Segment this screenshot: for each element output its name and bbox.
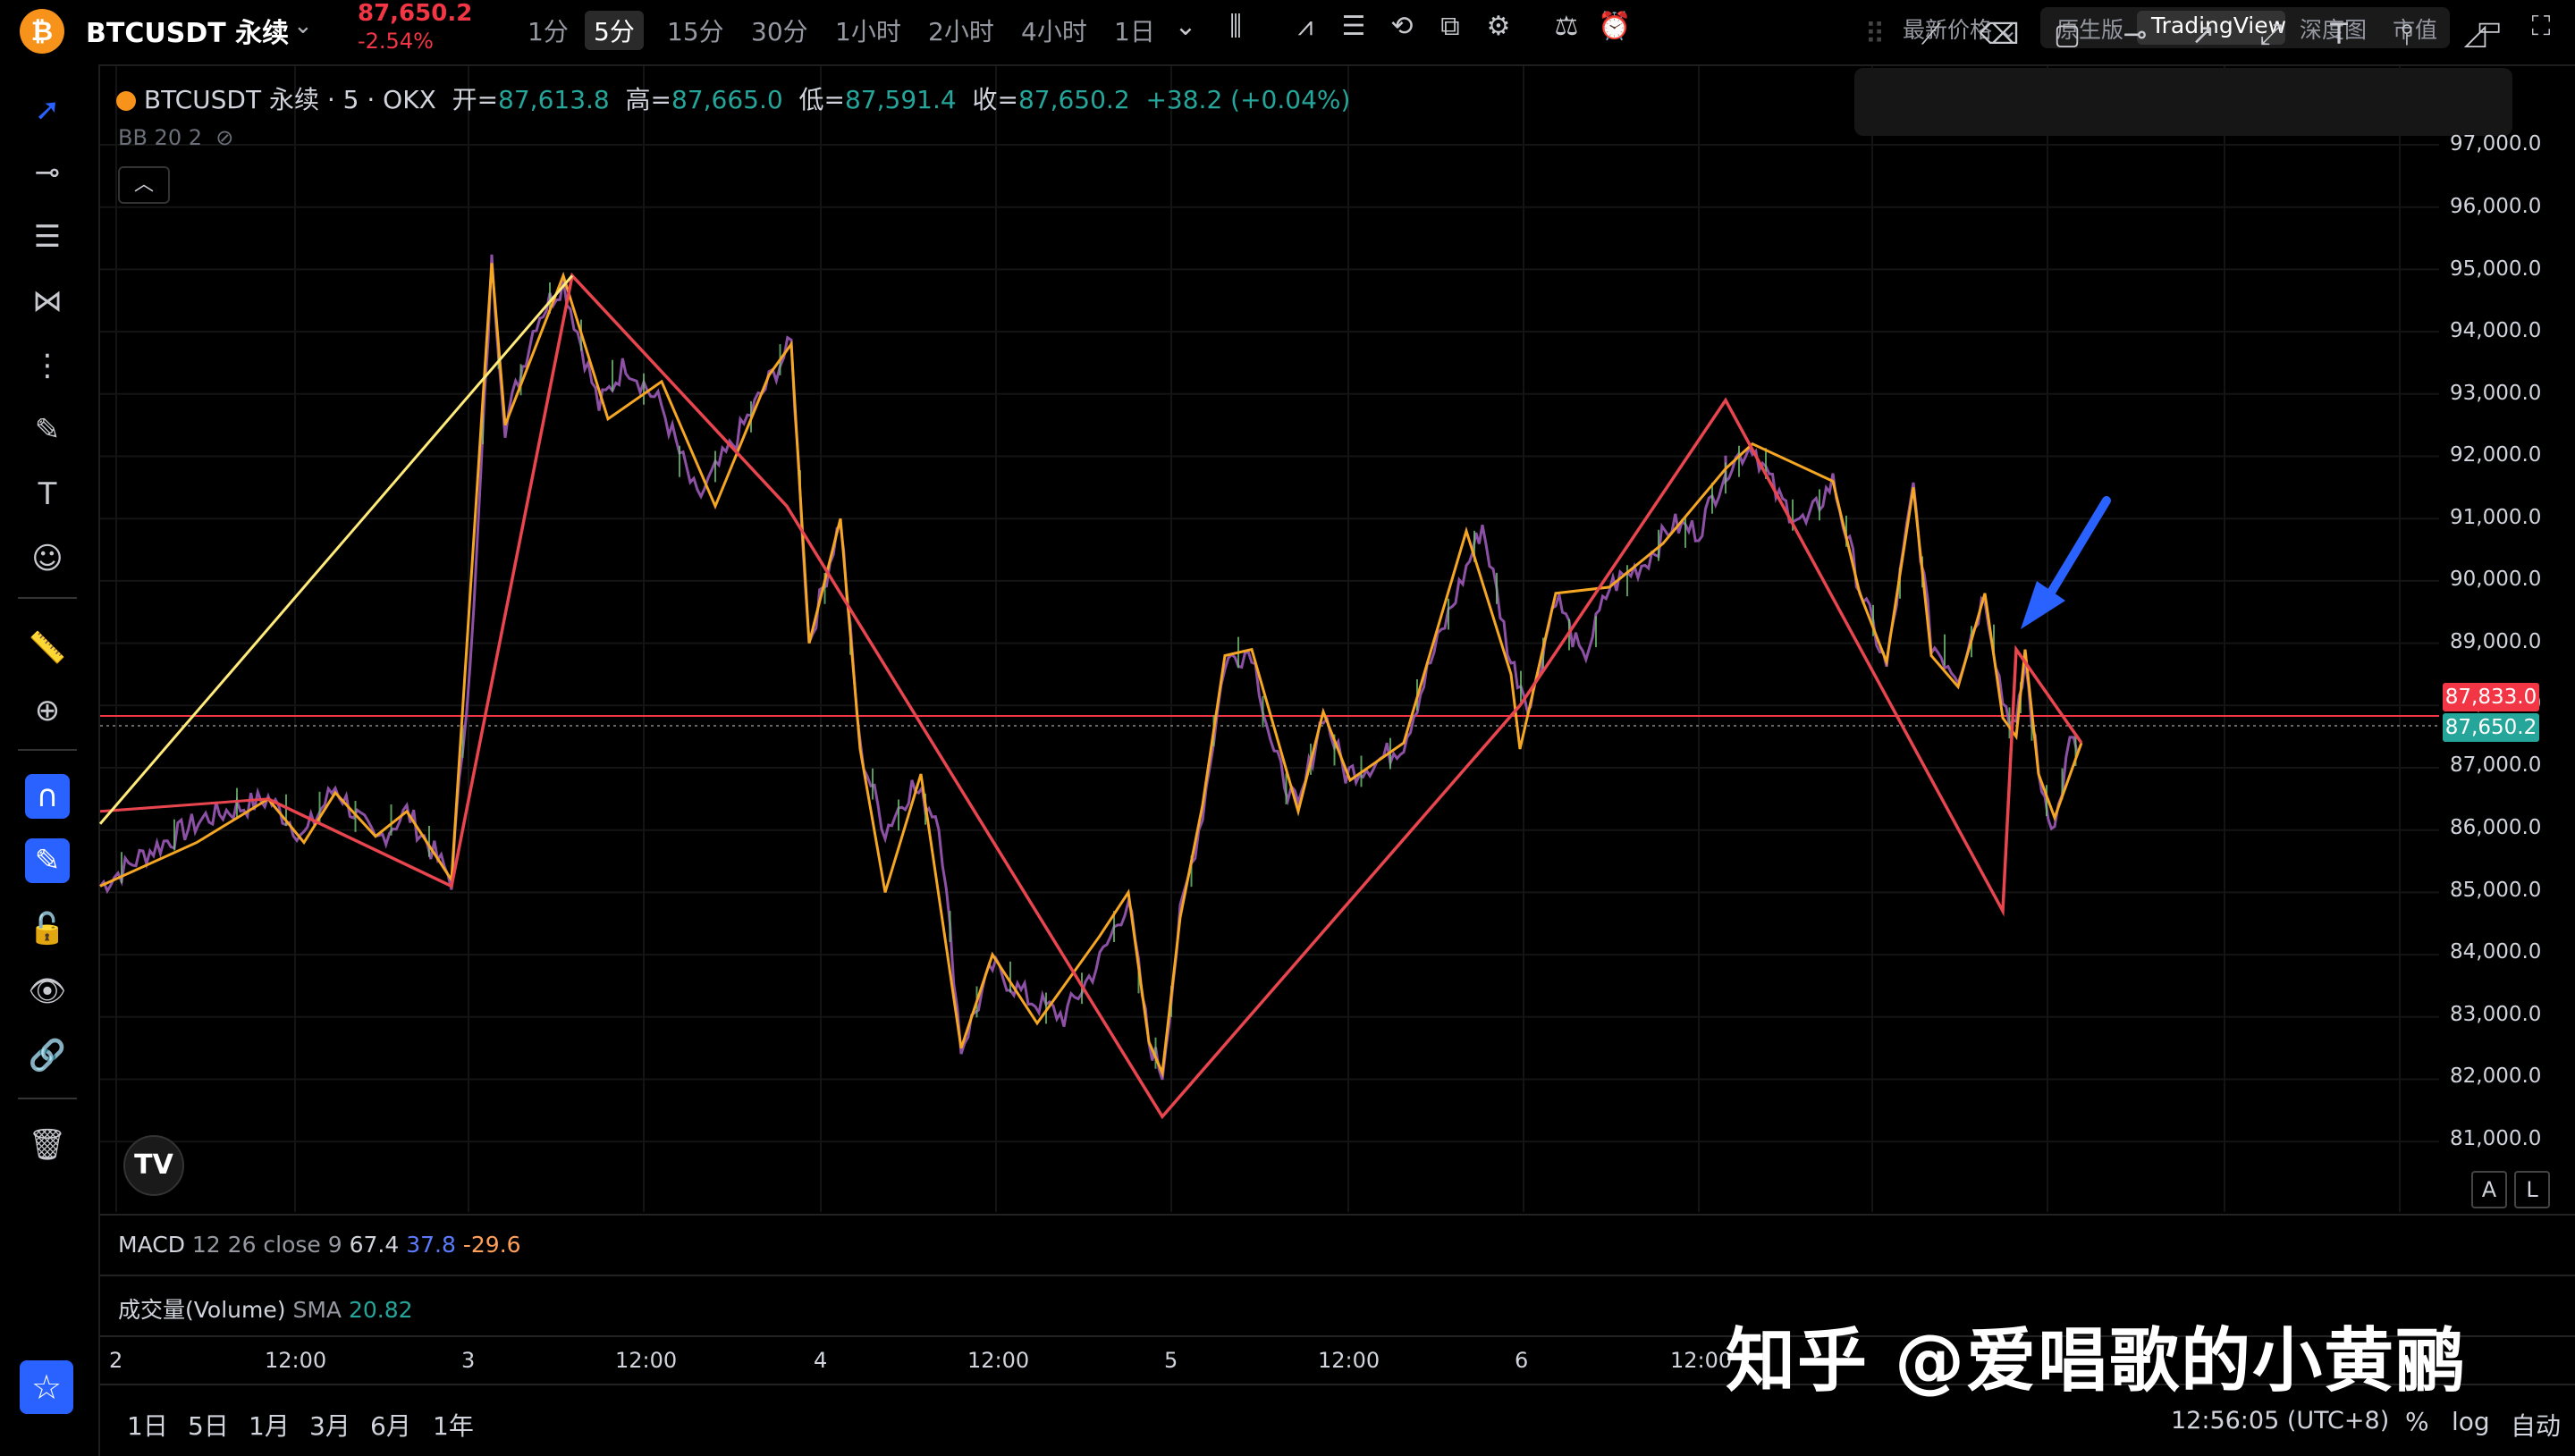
exchange-icon (116, 91, 136, 111)
macd-legend: MACD 12 26 close 9 67.4 37.8 -29.6 (118, 1232, 521, 1258)
watermark: 知乎 @爱唱歌的小黄鹂 (1726, 1321, 2468, 1401)
auto-scale-button[interactable]: A (2471, 1171, 2507, 1208)
tradingview-logo-icon[interactable]: TV (123, 1135, 184, 1196)
time-label: 12:00 (265, 1348, 327, 1373)
clock[interactable]: 12:56:05 (UTC+8) (2171, 1407, 2389, 1435)
open-label: 开= (452, 85, 499, 114)
price-label: 90,000.0 (2450, 568, 2542, 591)
volume-name: 成交量(Volume) (118, 1297, 286, 1323)
price-label: 81,000.0 (2450, 1127, 2542, 1150)
bb-indicator-legend: BB 20 2 ⊘ (118, 125, 234, 150)
range-1d[interactable]: 1日 (127, 1407, 168, 1443)
time-label: 12:00 (967, 1348, 1030, 1373)
volume-sma-value: 20.82 (348, 1297, 413, 1323)
price-label: 84,000.0 (2450, 940, 2542, 964)
red-zigzag (267, 272, 2083, 1120)
volume-sma-label: SMA (292, 1297, 342, 1323)
time-label: 3 (461, 1348, 476, 1373)
curve-icon[interactable]: ◿ (2453, 13, 2496, 55)
blue-arrow-shaft (2039, 496, 2111, 609)
price-label: 97,000.0 (2450, 132, 2542, 156)
price-label: 91,000.0 (2450, 506, 2542, 529)
volume-legend: 成交量(Volume) SMA 20.82 (118, 1292, 413, 1325)
range-6m[interactable]: 6月 (370, 1407, 411, 1443)
close-label: 收= (972, 85, 1018, 114)
percent-scale-button[interactable]: % (2405, 1407, 2429, 1436)
delta-value: +38.2 (+0.04%) (1145, 85, 1351, 114)
trend-line-icon[interactable]: ⟋ (1910, 13, 1953, 55)
high-value: 87,665.0 (671, 85, 783, 114)
price-label: 93,000.0 (2450, 382, 2542, 405)
time-label: 4 (814, 1348, 828, 1373)
pane-divider[interactable] (100, 1214, 2575, 1216)
macd-name: MACD (118, 1232, 185, 1258)
high-label: 高= (625, 85, 672, 114)
macd-value-3: -29.6 (462, 1232, 521, 1258)
log-button[interactable]: log (2452, 1407, 2490, 1436)
range-5d[interactable]: 5日 (188, 1407, 229, 1443)
auto-button[interactable]: 自动 (2511, 1407, 2561, 1443)
yellow-trend-line (98, 274, 574, 825)
time-label: 12:00 (1670, 1348, 1733, 1373)
candle-wicks (121, 282, 2077, 1069)
floating-drawing-toolbar (1854, 68, 2512, 136)
price-label: 83,000.0 (2450, 1003, 2542, 1026)
alert-price-tag: 87,833.0 (2443, 683, 2539, 711)
pane-divider[interactable] (100, 1275, 2575, 1276)
macd-value-2: 37.8 (406, 1232, 456, 1258)
macd-params: 12 26 close 9 (191, 1232, 342, 1258)
extended-line-icon[interactable]: ⤢ (2250, 13, 2292, 55)
arrow-icon[interactable]: ↗ (2182, 13, 2225, 55)
price-label: 89,000.0 (2450, 630, 2542, 653)
close-value: 87,650.2 (1017, 85, 1130, 114)
time-label: 12:00 (1318, 1348, 1380, 1373)
price-label: 82,000.0 (2450, 1065, 2542, 1088)
log-scale-button[interactable]: L (2514, 1171, 2550, 1208)
text-tool-icon[interactable]: T (2318, 13, 2360, 55)
vertical-line-icon[interactable]: ⫯ (2385, 13, 2428, 55)
rectangle-icon[interactable]: ▢ (2046, 13, 2089, 55)
eye-off-icon[interactable]: ⊘ (215, 125, 233, 150)
price-label: 94,000.0 (2450, 319, 2542, 342)
price-label: 86,000.0 (2450, 816, 2542, 839)
low-value: 87,591.4 (844, 85, 957, 114)
ohlc-legend: BTCUSDT 永续 · 5 · OKX 开=87,613.8 高=87,665… (116, 80, 1350, 116)
time-label: 5 (1164, 1348, 1178, 1373)
range-1y[interactable]: 1年 (433, 1407, 474, 1443)
time-label: 6 (1515, 1348, 1529, 1373)
legend-title: BTCUSDT 永续 · 5 · OKX (143, 85, 436, 114)
time-label: 12:00 (615, 1348, 678, 1373)
eraser-icon[interactable]: ⌫ (1978, 13, 2021, 55)
macd-value-1: 67.4 (349, 1232, 400, 1258)
open-value: 87,613.8 (498, 85, 610, 114)
range-3m[interactable]: 3月 (309, 1407, 350, 1443)
price-label: 96,000.0 (2450, 195, 2542, 218)
collapse-legend-button[interactable]: ︿ (118, 166, 170, 204)
last-price-tag: 87,650.2 (2443, 713, 2539, 742)
horizontal-ray-icon[interactable]: ⊸ (2114, 13, 2157, 55)
time-label: 2 (109, 1348, 123, 1373)
price-label: 92,000.0 (2450, 443, 2542, 467)
low-label: 低= (798, 85, 845, 114)
price-label: 85,000.0 (2450, 879, 2542, 902)
drag-handle-icon[interactable]: ⠿ (1862, 13, 1888, 55)
price-label: 95,000.0 (2450, 257, 2542, 281)
range-1m[interactable]: 1月 (249, 1407, 290, 1443)
price-series-line (98, 254, 2080, 1081)
orange-zigzag (99, 263, 2083, 1079)
price-label: 87,000.0 (2450, 753, 2542, 777)
